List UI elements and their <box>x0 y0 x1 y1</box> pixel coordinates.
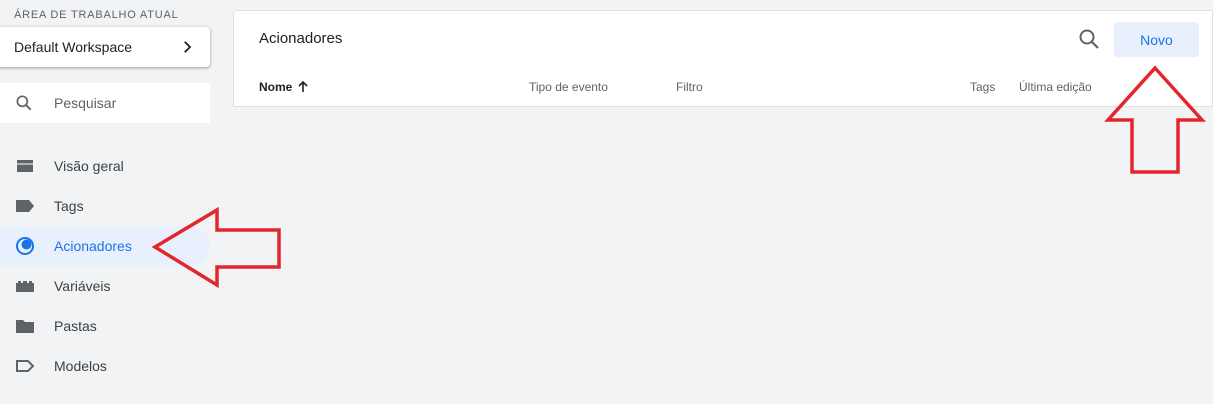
workspace-name: Default Workspace <box>14 39 133 55</box>
column-header-event-type[interactable]: Tipo de evento <box>529 80 608 94</box>
overview-icon <box>14 155 36 177</box>
column-header-name[interactable]: Nome <box>259 80 310 94</box>
sidebar-item-label: Modelos <box>54 358 107 374</box>
trigger-icon <box>14 235 36 257</box>
search-icon[interactable] <box>1077 27 1101 51</box>
folder-icon <box>14 315 36 337</box>
triggers-panel: Acionadores Novo Nome Tipo de evento Fil… <box>233 10 1213 107</box>
sidebar-item-templates[interactable]: Modelos <box>0 346 210 386</box>
column-header-tags[interactable]: Tags <box>970 80 995 94</box>
variables-icon <box>14 275 36 297</box>
tag-icon <box>14 195 36 217</box>
sidebar-item-triggers[interactable]: Acionadores <box>0 226 210 266</box>
sidebar-item-label: Tags <box>54 198 84 214</box>
column-header-filter[interactable]: Filtro <box>676 80 703 94</box>
workspace-selector[interactable]: Default Workspace <box>0 27 210 67</box>
sort-ascending-icon <box>298 80 308 92</box>
sidebar: ÁREA DE TRABALHO ATUAL Default Workspace… <box>0 0 211 404</box>
page-title: Acionadores <box>259 30 343 47</box>
sidebar-item-label: Variáveis <box>54 278 111 294</box>
sidebar-item-label: Visão geral <box>54 158 124 174</box>
sidebar-item-label: Acionadores <box>54 238 132 254</box>
search-icon <box>16 95 32 111</box>
sidebar-item-variables[interactable]: Variáveis <box>0 266 210 306</box>
sidebar-nav: Visão geral Tags Acionadores Variáveis P… <box>0 146 211 386</box>
sidebar-item-folders[interactable]: Pastas <box>0 306 210 346</box>
sidebar-search[interactable] <box>0 83 210 123</box>
column-header-last-edited[interactable]: Última edição <box>1019 80 1092 94</box>
search-input[interactable] <box>54 95 194 111</box>
sidebar-item-tags[interactable]: Tags <box>0 186 210 226</box>
chevron-right-icon <box>184 41 192 53</box>
new-trigger-button[interactable]: Novo <box>1114 22 1199 57</box>
template-icon <box>14 355 36 377</box>
workspace-label: ÁREA DE TRABALHO ATUAL <box>14 9 179 21</box>
sidebar-item-overview[interactable]: Visão geral <box>0 146 210 186</box>
column-header-label: Nome <box>259 80 293 94</box>
sidebar-item-label: Pastas <box>54 318 97 334</box>
